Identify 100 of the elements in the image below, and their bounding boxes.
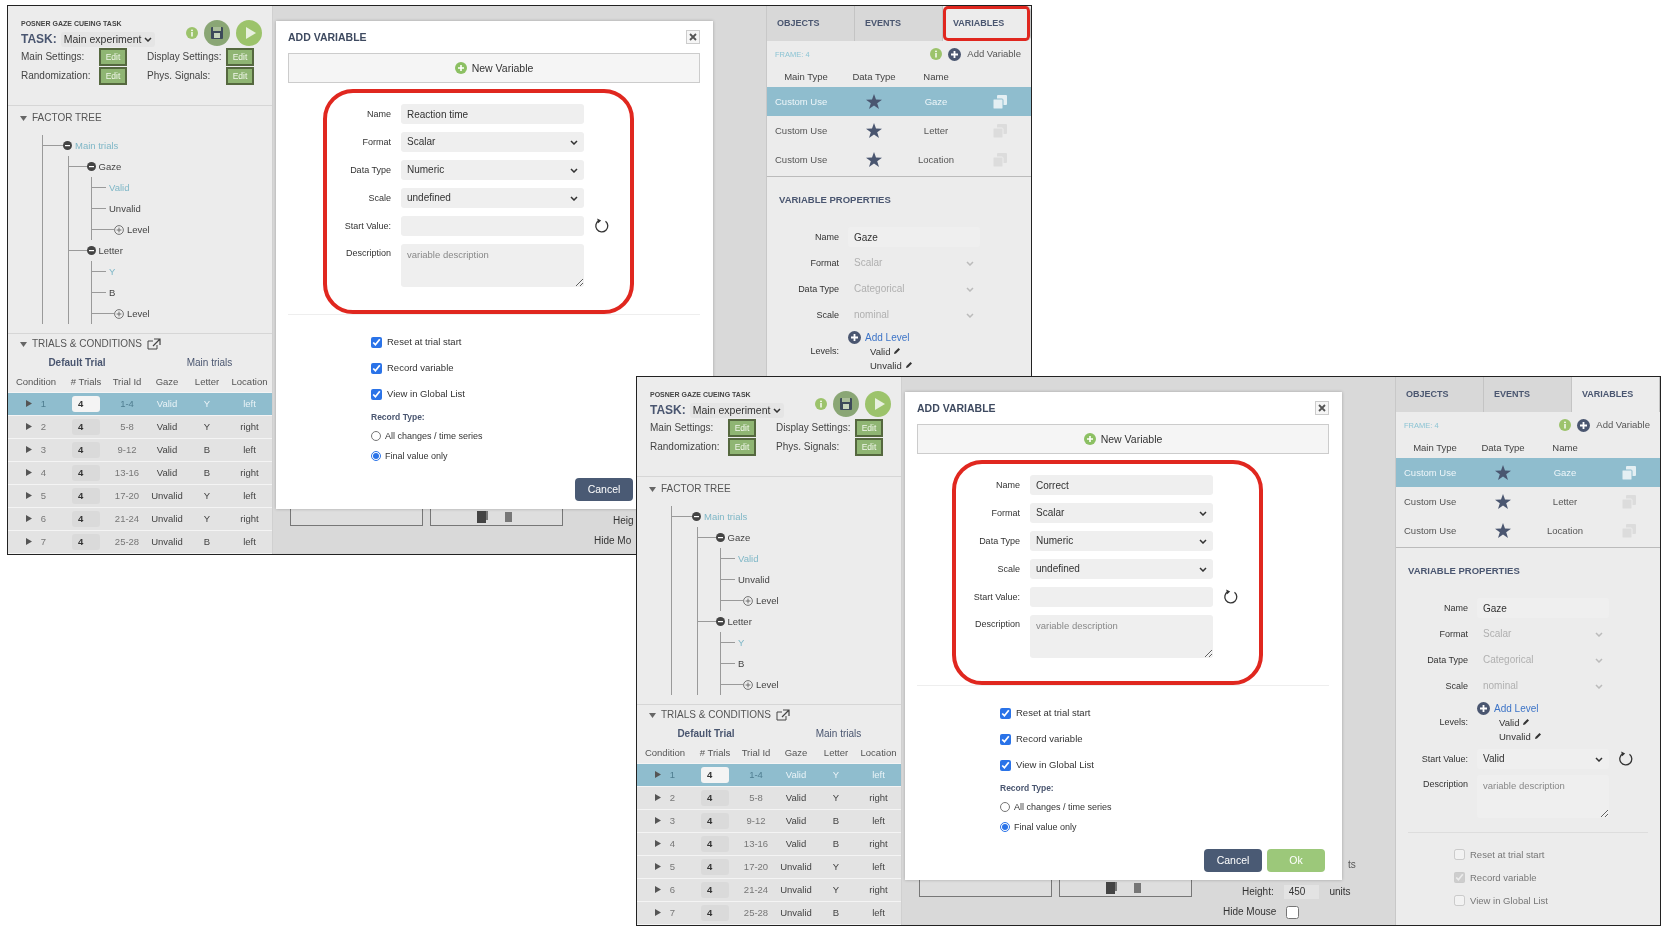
add-level-link[interactable]: Level (127, 223, 150, 236)
checkbox[interactable] (1000, 707, 1011, 719)
expand-icon[interactable] (25, 515, 32, 523)
add-variable-link[interactable]: Add Variable (967, 48, 1021, 60)
dropdown[interactable]: Numeric (1030, 531, 1213, 551)
checkbox[interactable] (1286, 905, 1300, 919)
count-field[interactable]: 4 (72, 488, 100, 504)
tab[interactable]: VARIABLES (943, 6, 1031, 41)
table-row[interactable]: 4 4 13-16 Valid B right (637, 833, 901, 856)
tree-node[interactable]: Gaze (98, 160, 122, 173)
collapse-icon[interactable] (715, 617, 725, 626)
add-level-link[interactable]: Level (756, 594, 779, 607)
expand-icon[interactable] (25, 469, 32, 477)
external-link-icon[interactable] (147, 338, 161, 350)
variable-row[interactable]: Custom Use Letter (767, 116, 1031, 145)
radio-button[interactable] (1000, 802, 1010, 812)
table-row[interactable]: 7 4 25-28 Unvalid B left (637, 902, 901, 925)
checkbox[interactable] (371, 388, 382, 400)
dropdown[interactable]: Scalar (401, 132, 584, 152)
expand-icon[interactable] (654, 771, 661, 779)
table-row[interactable]: 4 4 13-16 Valid B right (8, 462, 272, 485)
add-level-link[interactable]: Level (756, 678, 779, 691)
count-field[interactable]: 4 (701, 813, 729, 829)
table-row[interactable]: 2 4 5-8 Valid Y right (637, 787, 901, 810)
refresh-icon[interactable] (1618, 751, 1634, 768)
add-variable-link[interactable]: Add Variable (1596, 419, 1650, 431)
tree-node[interactable]: Gaze (727, 531, 751, 544)
table-row[interactable]: 1 4 1-4 Valid Y left (637, 764, 901, 787)
count-field[interactable]: 4 (72, 396, 100, 412)
collapse-icon[interactable] (715, 533, 725, 542)
tree-node[interactable]: Unvalid (738, 573, 770, 586)
count-field[interactable]: 4 (701, 882, 729, 898)
table-row[interactable]: 6 4 21-24 Unvalid Y right (8, 508, 272, 531)
tab[interactable]: OBJECTS (1396, 377, 1484, 412)
table-row[interactable]: 5 4 17-20 Unvalid Y left (8, 485, 272, 508)
new-variable-button[interactable]: New Variable (288, 53, 700, 83)
radio-button[interactable] (371, 451, 381, 461)
tree-node[interactable]: Unvalid (109, 202, 141, 215)
height-field[interactable]: 450 (1283, 885, 1320, 899)
dropdown[interactable]: undefined (401, 188, 584, 208)
count-field[interactable]: 4 (701, 767, 729, 783)
text-field[interactable]: Reaction time (401, 104, 584, 124)
text-area[interactable]: variable description (401, 244, 584, 287)
count-field[interactable]: 4 (72, 511, 100, 527)
expand-icon[interactable] (25, 538, 32, 546)
external-link-icon[interactable] (776, 709, 790, 721)
expand-icon[interactable] (654, 794, 661, 802)
checkbox[interactable] (371, 336, 382, 348)
count-field[interactable]: 4 (72, 442, 100, 458)
refresh-icon[interactable] (594, 218, 610, 234)
add-level-link[interactable]: Add Level (1494, 702, 1539, 715)
expand-icon[interactable] (654, 840, 661, 848)
variable-row[interactable]: Custom Use Location (1396, 516, 1660, 545)
checkbox[interactable] (371, 362, 382, 374)
tree-node[interactable]: Letter (727, 615, 752, 628)
table-row[interactable]: 3 4 9-12 Valid B left (637, 810, 901, 833)
table-row[interactable]: 7 4 25-28 Unvalid B left (8, 531, 272, 554)
checkbox[interactable] (1000, 759, 1011, 771)
task-dropdown[interactable]: Main experiment (689, 403, 785, 418)
radio-button[interactable] (371, 431, 381, 441)
text-field[interactable]: Correct (1030, 475, 1213, 495)
tree-node[interactable]: B (738, 657, 745, 670)
cancel-button[interactable]: Cancel (1204, 849, 1262, 872)
dropdown[interactable]: Scalar (1030, 503, 1213, 523)
expand-icon[interactable] (654, 886, 661, 894)
tab[interactable]: EVENTS (1484, 377, 1572, 412)
collapse-icon[interactable] (692, 512, 701, 521)
tree-node[interactable]: Letter (98, 244, 123, 257)
text-area[interactable]: variable description (1030, 615, 1213, 658)
count-field[interactable]: 4 (701, 859, 729, 875)
new-variable-button[interactable]: New Variable (917, 424, 1329, 454)
count-field[interactable]: 4 (701, 790, 729, 806)
add-level-link[interactable]: Level (127, 307, 150, 320)
cancel-button[interactable]: Cancel (575, 478, 633, 501)
expand-icon[interactable] (654, 909, 661, 917)
expand-icon[interactable] (25, 492, 32, 500)
save-icon[interactable] (204, 20, 230, 47)
tree-node[interactable]: B (109, 286, 116, 299)
table-row[interactable]: 2 4 5-8 Valid Y right (8, 416, 272, 439)
add-level-link[interactable]: Add Level (865, 331, 910, 344)
expand-icon[interactable] (654, 817, 661, 825)
expand-icon[interactable] (25, 446, 32, 454)
task-dropdown[interactable]: Main experiment (60, 32, 156, 47)
checkbox[interactable] (1000, 733, 1011, 745)
collapse-icon[interactable] (86, 162, 96, 171)
dropdown[interactable]: undefined (1030, 559, 1213, 579)
refresh-icon[interactable] (1223, 589, 1239, 605)
expand-icon[interactable] (25, 400, 32, 408)
count-field[interactable]: 4 (72, 465, 100, 481)
tab[interactable]: EVENTS (855, 6, 943, 41)
tab[interactable]: OBJECTS (767, 6, 855, 41)
dropdown[interactable]: Numeric (401, 160, 584, 180)
variable-row[interactable]: Custom Use Letter (1396, 487, 1660, 516)
table-row[interactable]: 6 4 21-24 Unvalid Y right (637, 879, 901, 902)
variable-row[interactable]: Custom Use Location (767, 145, 1031, 174)
table-row[interactable]: 5 4 17-20 Unvalid Y left (637, 856, 901, 879)
close-button[interactable] (1315, 401, 1329, 415)
table-row[interactable]: 1 4 1-4 Valid Y left (8, 393, 272, 416)
count-field[interactable]: 4 (701, 836, 729, 852)
collapse-icon[interactable] (63, 141, 72, 150)
